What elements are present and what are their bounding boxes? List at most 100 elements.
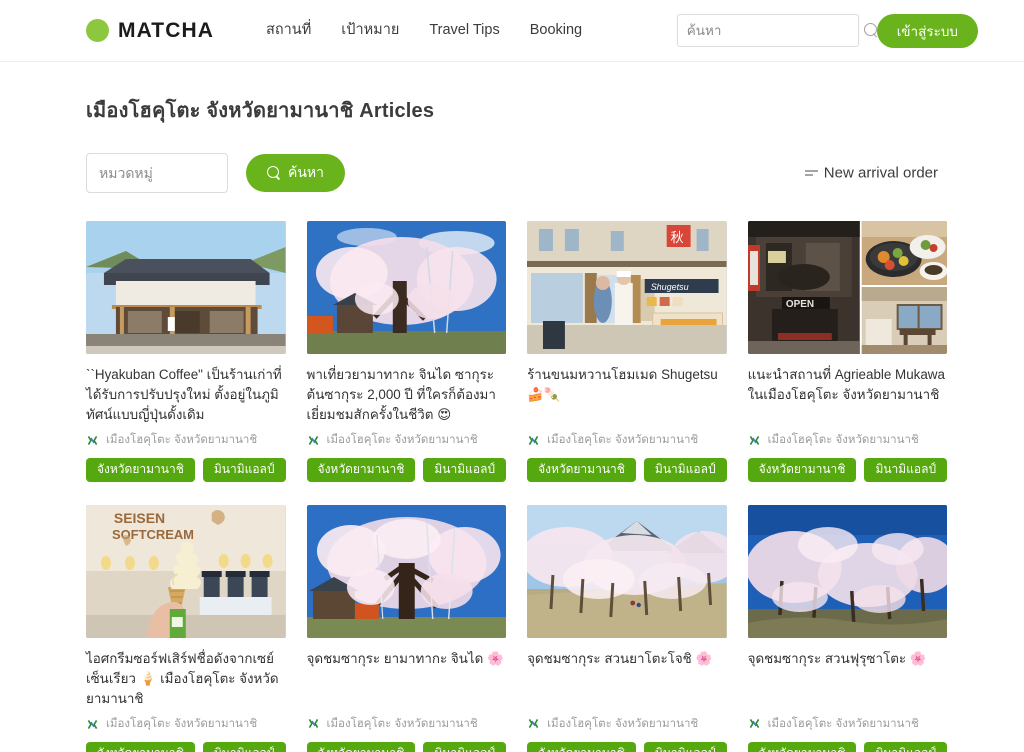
location-icon xyxy=(87,719,98,729)
tag-chip[interactable]: มินามิแอลป์ xyxy=(423,458,507,482)
nav-item-places[interactable]: สถานที่ xyxy=(266,22,311,39)
page-body: เมืองโฮคุโตะ จังหวัดยามานาชิ Articles ค้… xyxy=(0,94,1024,752)
article-tags: จังหวัดยามานาชิ มินามิแอลป์ xyxy=(86,458,286,482)
article-title[interactable]: จุดชมซากุระ สวนฟุรุซาโตะ 🌸 xyxy=(748,649,948,709)
header-search-box[interactable] xyxy=(676,14,877,47)
svg-text:Shugetsu: Shugetsu xyxy=(651,282,689,292)
article-location: เมืองโฮคุโตะ จังหวัดยามานาชิ xyxy=(326,717,478,730)
sort-control[interactable]: New arrival order xyxy=(804,165,938,182)
tag-chip[interactable]: มินามิแอลป์ xyxy=(202,458,286,482)
search-icon xyxy=(267,166,281,180)
tag-chip[interactable]: จังหวัดยามานาชิ xyxy=(306,741,416,752)
article-card[interactable]: ``Hyakuban Coffee" เป็นร้านเก่าที่ได้รับ… xyxy=(86,221,286,482)
tag-chip[interactable]: จังหวัดยามานาชิ xyxy=(306,458,416,482)
article-meta: เมืองโฮคุโตะ จังหวัดยามานาชิ xyxy=(86,431,286,449)
tag-chip[interactable]: มินามิแอลป์ xyxy=(202,742,286,752)
tag-chip[interactable]: จังหวัดยามานาชิ xyxy=(86,458,195,482)
article-thumbnail[interactable] xyxy=(306,221,507,354)
agrieable-mukawa-collage-image: OPEN xyxy=(747,221,948,354)
article-location: เมืองโฮคุโตะ จังหวัดยามานาชิ xyxy=(547,434,699,446)
jindai-sakura-spot-image xyxy=(306,504,507,638)
ancient-cherry-tree-image xyxy=(306,221,507,354)
location-icon xyxy=(749,435,759,445)
tag-chip[interactable]: จังหวัดยามานาชิ xyxy=(747,741,857,752)
location-icon xyxy=(308,435,318,445)
article-title[interactable]: พาเที่ยวยามาทากะ จินได ซากุระ ต้นซากุระ … xyxy=(307,365,507,425)
nav-item-goals[interactable]: เป้าหมาย xyxy=(341,22,399,39)
article-meta: เมืองโฮคุโตะ จังหวัดยามานาชิ xyxy=(748,431,948,449)
brand-logo[interactable]: MATCHA xyxy=(86,19,214,43)
article-title[interactable]: แนะนำสถานที่ Agrieable Mukawa ในเมืองโฮค… xyxy=(748,365,948,425)
article-card[interactable]: จุดชมซากุระ สวนฟุรุซาโตะ 🌸 เมืองโฮคุโตะ … xyxy=(747,504,948,752)
article-title[interactable]: ร้านขนมหวานโฮมเมด Shugetsu 🍰🍡 xyxy=(527,365,727,425)
article-thumbnail[interactable]: SEISEN SOFTCREAM xyxy=(86,504,286,638)
tag-chip[interactable]: มินามิแอลป์ xyxy=(423,741,507,752)
tag-chip[interactable]: จังหวัดยามานาชิ xyxy=(527,458,636,482)
tag-chip[interactable]: มินามิแอลป์ xyxy=(643,741,727,752)
site-header: MATCHA สถานที่ เป้าหมาย Travel Tips Book… xyxy=(0,0,1024,62)
article-tags: จังหวัดยามานาชิ มินามิแอลป์ xyxy=(747,458,948,482)
svg-text:OPEN: OPEN xyxy=(786,299,814,310)
nav-item-travel-tips[interactable]: Travel Tips xyxy=(429,22,499,39)
login-button[interactable]: เข้าสู่ระบบ xyxy=(876,13,978,48)
article-grid: ``Hyakuban Coffee" เป็นร้านเก่าที่ได้รับ… xyxy=(86,221,948,752)
location-icon xyxy=(528,719,539,729)
svg-text:秋: 秋 xyxy=(671,230,684,245)
tag-chip[interactable]: จังหวัดยามานาชิ xyxy=(527,741,636,752)
article-thumbnail[interactable]: 秋 Shugetsu xyxy=(527,221,727,354)
article-meta: เมืองโฮคุโตะ จังหวัดยามานาชิ xyxy=(307,431,507,449)
main-nav: สถานที่ เป้าหมาย Travel Tips Booking xyxy=(266,22,582,39)
filter-row: ค้นหา New arrival order xyxy=(86,153,938,193)
article-card[interactable]: จุดชมซากุระ ยามาทากะ จินได 🌸 เมืองโฮคุโต… xyxy=(306,504,507,752)
article-card[interactable]: SEISEN SOFTCREAM ไอศกรีมซอร์ฟเสิร์ฟชื่อด… xyxy=(86,504,286,752)
article-thumbnail[interactable] xyxy=(747,504,948,638)
article-card[interactable]: 秋 Shugetsu ร้านขนมหวานโฮมเมด Shugetsu 🍰🍡… xyxy=(527,221,727,482)
category-input[interactable] xyxy=(86,153,228,193)
furusato-park-sakura-image xyxy=(747,504,948,638)
article-card[interactable]: OPEN แนะนำสถานที่ Agrieable Mukawa ในเมื… xyxy=(747,221,948,482)
soft-serve-ice-cream-image: SEISEN SOFTCREAM xyxy=(86,504,286,638)
article-location: เมืองโฮคุโตะ จังหวัดยามานาชิ xyxy=(106,434,258,447)
header-search-input[interactable] xyxy=(686,23,864,38)
article-thumbnail[interactable] xyxy=(527,504,727,638)
tag-chip[interactable]: จังหวัดยามานาชิ xyxy=(86,742,195,752)
article-tags: จังหวัดยามานาชิ มินามิแอลป์ xyxy=(527,458,727,482)
japanese-cafe-exterior-image xyxy=(86,221,286,354)
svg-text:SEISEN: SEISEN xyxy=(114,510,165,526)
tag-chip[interactable]: มินามิแอลป์ xyxy=(643,458,727,482)
article-tags: จังหวัดยามานาชิ มินามิแอลป์ xyxy=(527,741,727,752)
article-location: เมืองโฮคุโตะ จังหวัดยามานาชิ xyxy=(547,717,699,730)
article-card[interactable]: พาเที่ยวยามาทากะ จินได ซากุระ ต้นซากุระ … xyxy=(306,221,507,482)
article-title[interactable]: จุดชมซากุระ สวนยาโตะโจชิ 🌸 xyxy=(527,649,727,709)
tag-chip[interactable]: มินามิแอลป์ xyxy=(864,458,948,482)
search-button[interactable]: ค้นหา xyxy=(246,154,346,192)
tag-chip[interactable]: มินามิแอลป์ xyxy=(864,741,948,752)
nav-item-booking[interactable]: Booking xyxy=(530,22,582,39)
location-icon xyxy=(87,435,98,445)
article-location: เมืองโฮคุโตะ จังหวัดยามานาชิ xyxy=(767,717,919,730)
article-location: เมืองโฮคุโตะ จังหวัดยามานาชิ xyxy=(326,434,478,447)
header-actions: เข้าสู่ระบบ xyxy=(676,13,978,48)
article-card[interactable]: จุดชมซากุระ สวนยาโตะโจชิ 🌸 เมืองโฮคุโตะ … xyxy=(527,504,727,752)
search-icon[interactable] xyxy=(863,23,879,38)
brand-name: MATCHA xyxy=(118,18,215,42)
location-icon xyxy=(749,719,759,729)
article-meta: เมืองโฮคุโตะ จังหวัดยามานาชิ xyxy=(86,715,286,733)
location-icon xyxy=(308,719,318,729)
article-thumbnail[interactable]: OPEN xyxy=(747,221,948,354)
article-title[interactable]: จุดชมซากุระ ยามาทากะ จินได 🌸 xyxy=(307,649,507,709)
article-title[interactable]: ``Hyakuban Coffee" เป็นร้านเก่าที่ได้รับ… xyxy=(86,365,286,425)
article-meta: เมืองโฮคุโตะ จังหวัดยามานาชิ xyxy=(307,715,507,733)
article-thumbnail[interactable] xyxy=(86,221,286,354)
article-meta: เมืองโฮคุโตะ จังหวัดยามานาชิ xyxy=(748,715,948,733)
yatojoshi-park-sakura-image xyxy=(527,504,727,638)
article-tags: จังหวัดยามานาชิ มินามิแอลป์ xyxy=(306,458,507,482)
location-icon xyxy=(528,435,539,445)
article-tags: จังหวัดยามานาชิ มินามิแอลป์ xyxy=(306,741,507,752)
article-title[interactable]: ไอศกรีมซอร์ฟเสิร์ฟชื่อดังจากเซย์เซ็นเรีย… xyxy=(86,649,286,709)
article-thumbnail[interactable] xyxy=(306,504,507,638)
tag-chip[interactable]: จังหวัดยามานาชิ xyxy=(747,458,857,482)
sort-icon xyxy=(804,168,818,179)
page-title: เมืองโฮคุโตะ จังหวัดยามานาชิ Articles xyxy=(86,100,435,122)
search-button-label: ค้นหา xyxy=(288,164,325,180)
